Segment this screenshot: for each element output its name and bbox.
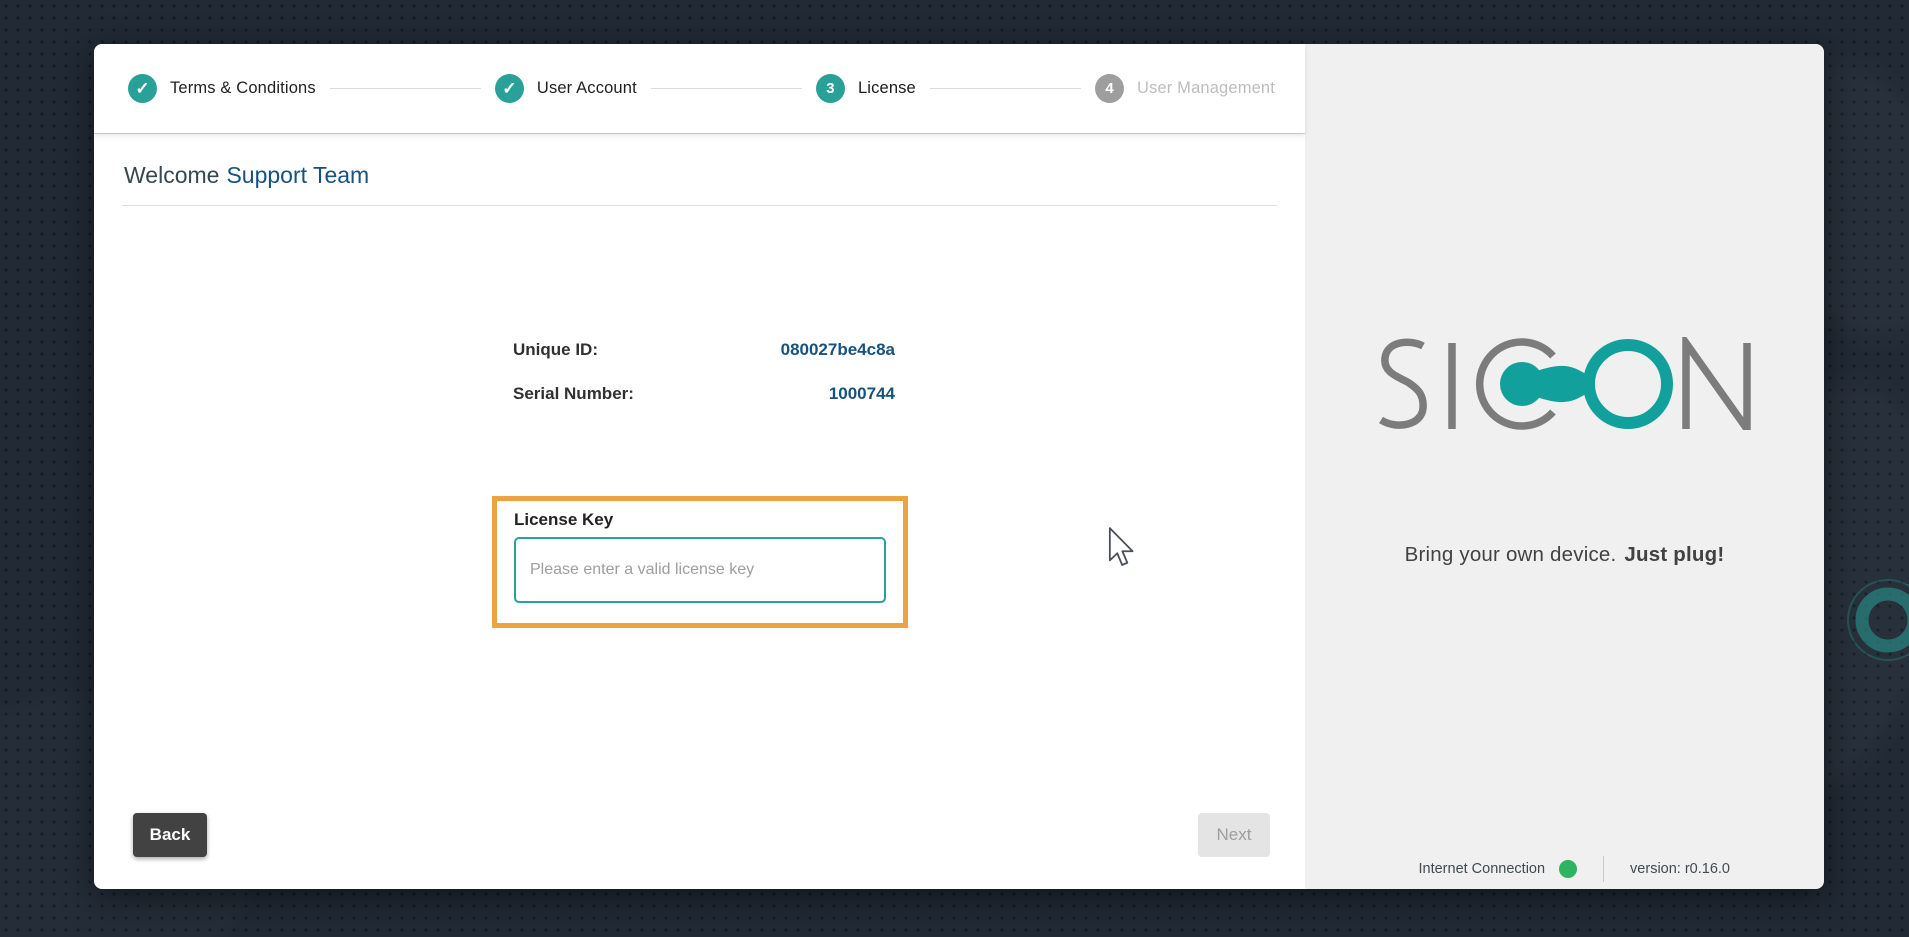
step-number-badge: 3 [816,74,845,103]
serial-number-value: 1000744 [829,384,895,404]
wizard-stepper: ✓ Terms & Conditions ✓ User Account 3 Li… [94,44,1305,133]
check-glyph: ✓ [135,80,149,97]
unique-id-value: 080027be4c8a [781,340,895,360]
check-icon: ✓ [495,74,524,103]
step-label: User Account [537,79,637,98]
status-bar-divider [1603,856,1604,882]
connection-status-indicator [1559,860,1577,878]
step-label: License [858,79,916,98]
tagline-bold: Just plug! [1624,543,1724,566]
internet-connection-label: Internet Connection [1418,861,1545,877]
device-info: Unique ID: 080027be4c8a Serial Number: 1… [513,340,895,428]
stepper-step-user-account[interactable]: ✓ User Account [495,74,637,103]
stepper-step-terms-conditions[interactable]: ✓ Terms & Conditions [128,74,316,103]
background-target-ring-decoration [1846,578,1909,662]
brand-panel: Bring your own device. Just plug! Interne… [1305,44,1824,889]
unique-id-row: Unique ID: 080027be4c8a [513,340,895,360]
status-bar: Internet Connection version: r0.16.0 [1418,856,1730,882]
unique-id-label: Unique ID: [513,340,598,360]
brand-tagline: Bring your own device. Just plug! [1305,543,1824,567]
license-key-highlight-box: License Key [492,496,908,628]
serial-number-label: Serial Number: [513,384,634,404]
tagline-regular: Bring your own device. [1405,543,1617,566]
license-key-label: License Key [514,510,886,530]
stepper-connector [651,88,802,89]
version-label: version: r0.16.0 [1630,861,1730,877]
wizard-main-panel: ✓ Terms & Conditions ✓ User Account 3 Li… [94,44,1305,889]
check-glyph: ✓ [502,80,516,97]
sicon-logo [1376,337,1753,430]
stepper-connector [930,88,1081,89]
step-number-badge: 4 [1095,74,1124,103]
step-label: Terms & Conditions [170,79,316,98]
stepper-step-user-management: 4 User Management [1095,74,1275,103]
stepper-connector [330,88,481,89]
next-button[interactable]: Next [1198,813,1270,857]
back-button[interactable]: Back [133,813,207,857]
license-key-input[interactable] [514,537,886,603]
serial-number-row: Serial Number: 1000744 [513,384,895,404]
check-icon: ✓ [128,74,157,103]
welcome-user-name: Support Team [226,162,369,188]
page-title: Welcome Support Team [122,133,1277,206]
step-label: User Management [1137,79,1275,98]
setup-wizard-window: ✓ Terms & Conditions ✓ User Account 3 Li… [94,44,1824,889]
stepper-step-license[interactable]: 3 License [816,74,916,103]
welcome-prefix: Welcome [124,162,219,188]
